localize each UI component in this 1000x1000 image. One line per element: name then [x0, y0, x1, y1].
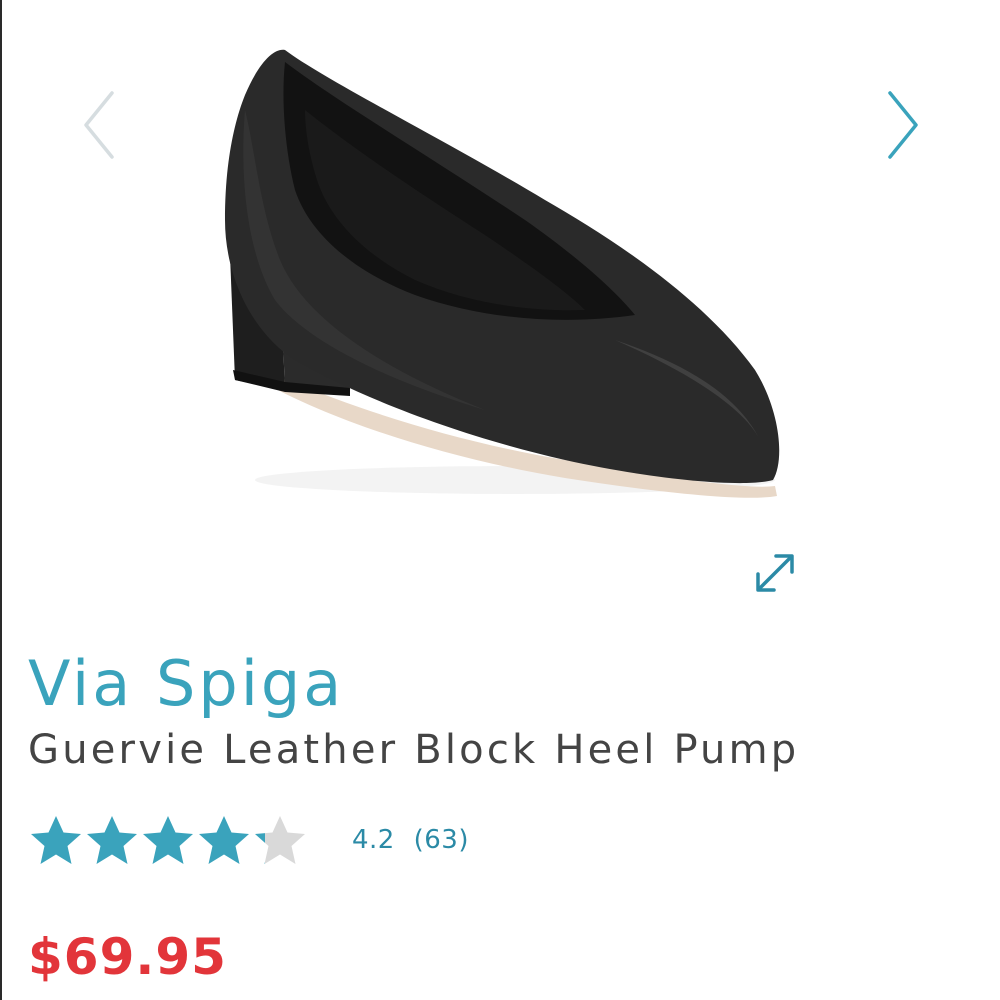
rating-text: 4.2 (63)	[352, 825, 469, 855]
star-icon	[143, 816, 193, 864]
chevron-left-icon[interactable]	[78, 85, 124, 165]
rating-summary[interactable]: 4.2 (63)	[28, 812, 469, 868]
star-rating	[28, 813, 308, 867]
star-icon	[255, 816, 305, 864]
rating-value: 4.2	[352, 825, 395, 855]
brand-name[interactable]: Via Spiga	[28, 649, 344, 718]
chevron-right-icon[interactable]	[880, 85, 926, 165]
expand-icon[interactable]	[750, 548, 800, 598]
star-icon	[31, 816, 81, 864]
star-icon	[87, 816, 137, 864]
star-icon	[199, 816, 249, 864]
product-price: $69.95	[28, 928, 227, 986]
product-gallery	[0, 0, 1000, 620]
review-count[interactable]: (63)	[414, 825, 469, 855]
shoe-image	[185, 40, 795, 510]
product-title: Guervie Leather Block Heel Pump	[28, 727, 800, 773]
